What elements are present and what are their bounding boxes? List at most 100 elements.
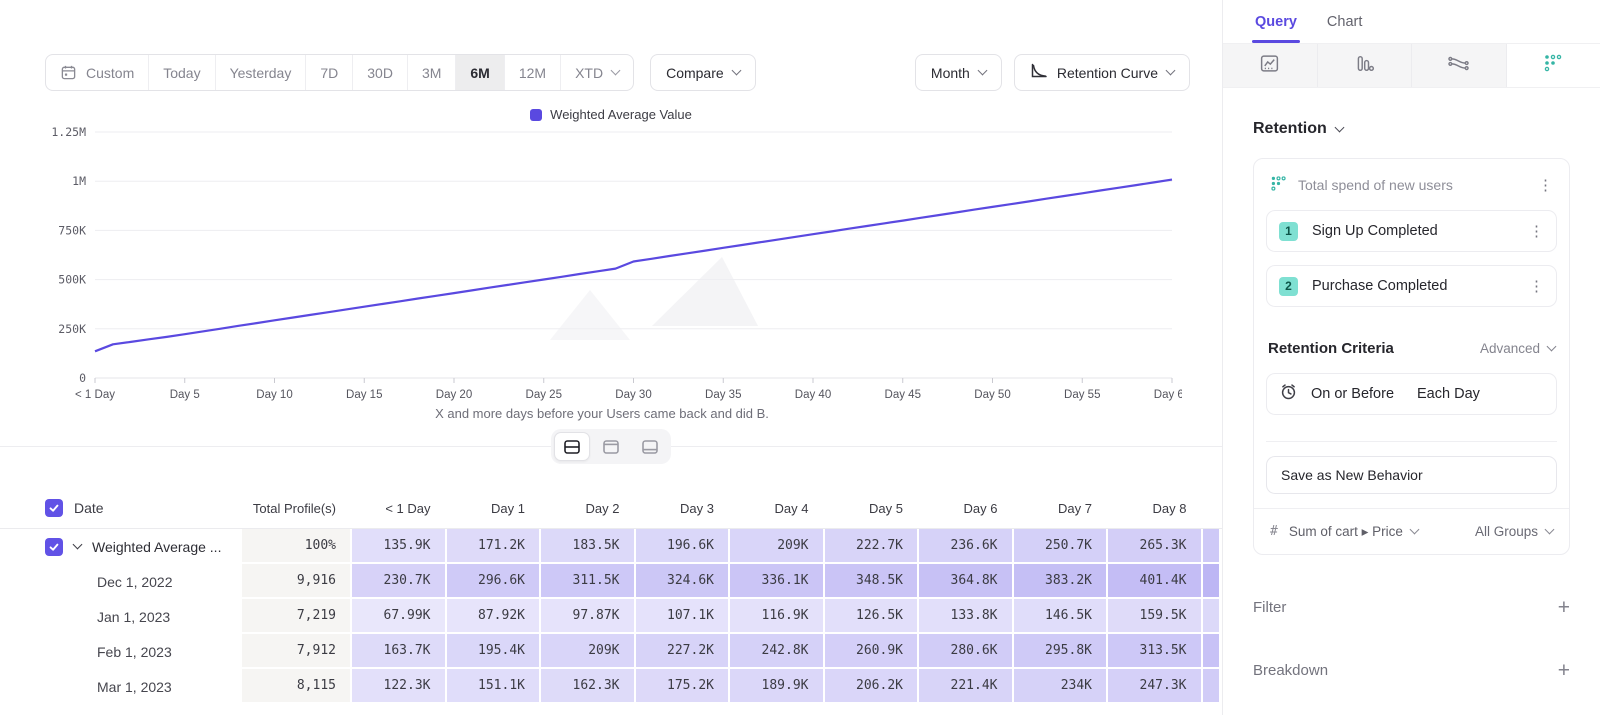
- table-row[interactable]: Dec 1, 20229,916230.7K296.6K311.5K324.6K…: [0, 564, 1222, 599]
- query-sidebar: Query Chart: [1222, 0, 1600, 715]
- add-breakdown-button[interactable]: +: [1558, 660, 1570, 681]
- funnel-bars-icon: [1354, 53, 1375, 79]
- range-6m[interactable]: 6M: [456, 55, 504, 90]
- granularity-label: Month: [931, 65, 970, 81]
- range-custom[interactable]: Custom: [46, 55, 149, 90]
- retention-value-cell: 222.7K: [823, 529, 918, 564]
- tab-query[interactable]: Query: [1255, 0, 1297, 43]
- retention-chart-icon-tab[interactable]: [1507, 44, 1600, 87]
- split-view-button[interactable]: [554, 432, 590, 461]
- range-yesterday[interactable]: Yesterday: [216, 55, 307, 90]
- divider: [1266, 441, 1557, 442]
- filter-section: Filter +: [1253, 597, 1570, 618]
- section-label: Retention: [1253, 120, 1327, 138]
- checkbox-checked[interactable]: [45, 538, 63, 556]
- chevron-down-icon[interactable]: [73, 540, 83, 550]
- view-toggle-row: [0, 429, 1222, 465]
- retention-value-cell: 209K: [728, 529, 823, 564]
- step-event-label: Sign Up Completed: [1312, 223, 1438, 239]
- retention-value-cell: 122.3K: [350, 669, 445, 704]
- chevron-down-icon: [1547, 342, 1557, 352]
- row-label-cell: Weighted Average ...: [0, 529, 242, 564]
- funnel-chart-icon-tab[interactable]: [1318, 44, 1413, 87]
- retention-criteria-card[interactable]: On or Before Each Day: [1266, 373, 1557, 415]
- x-axis-label: Day 45: [885, 389, 921, 401]
- behavior-card: Total spend of new users ⋮ 1Sign Up Comp…: [1253, 158, 1570, 555]
- sidebar-tabs: Query Chart: [1223, 0, 1600, 44]
- flows-icon: [1447, 53, 1470, 79]
- kebab-menu-icon[interactable]: ⋮: [1529, 224, 1544, 239]
- table-row[interactable]: Feb 1, 20237,912163.7K195.4K209K227.2K24…: [0, 634, 1222, 669]
- chart-canvas: 1.25M1M750K500K250K0< 1 DayDay 5Day 10Da…: [22, 124, 1182, 406]
- column-header: Day 6: [917, 488, 1012, 528]
- chart-view-button[interactable]: [593, 432, 629, 461]
- behavior-step[interactable]: 2 Purchase Completed ⋮: [1266, 265, 1557, 307]
- kebab-menu-icon[interactable]: ⋮: [1529, 279, 1544, 294]
- x-axis-label: Day 30: [615, 389, 651, 401]
- retention-table: DateTotal Profile(s)< 1 DayDay 1Day 2Day…: [0, 488, 1222, 704]
- flows-chart-icon-tab[interactable]: [1412, 44, 1507, 87]
- chevron-down-icon: [1409, 525, 1419, 535]
- retention-line-chart[interactable]: 1.25M1M750K500K250K0< 1 DayDay 5Day 10Da…: [22, 124, 1222, 406]
- retention-value-cell: 230.7K: [350, 564, 445, 599]
- behavior-step[interactable]: 1 Sign Up Completed ⋮: [1266, 210, 1557, 252]
- retention-value-cell: 162.3K: [539, 669, 634, 704]
- row-label-cell: Jan 1, 2023: [0, 599, 242, 634]
- granularity-dropdown[interactable]: Month: [915, 54, 1002, 91]
- chart-type-dropdown[interactable]: Retention Curve: [1014, 54, 1190, 91]
- tab-chart[interactable]: Chart: [1327, 0, 1362, 43]
- x-axis-label: Day 35: [705, 389, 741, 401]
- all-groups-dropdown[interactable]: All Groups: [1475, 524, 1553, 539]
- range-today[interactable]: Today: [149, 55, 215, 90]
- compare-button[interactable]: Compare: [650, 54, 756, 91]
- metric-dropdown[interactable]: Sum of cart ▸ Price: [1289, 524, 1418, 540]
- retention-section-dropdown[interactable]: Retention: [1253, 120, 1570, 138]
- retention-value-cell: 311.5K: [539, 564, 634, 599]
- retention-value-cell: 227.2K: [634, 634, 729, 669]
- range-xtd[interactable]: XTD: [561, 55, 633, 90]
- criteria-operator[interactable]: On or Before: [1311, 386, 1394, 402]
- range-7d[interactable]: 7D: [306, 55, 353, 90]
- retention-value-cell: 133.8K: [917, 599, 1012, 634]
- retention-value-cell: 221.4K: [917, 669, 1012, 704]
- advanced-dropdown[interactable]: Advanced: [1480, 341, 1555, 356]
- checkbox-checked[interactable]: [45, 499, 63, 517]
- y-axis-label: 750K: [58, 223, 86, 237]
- retention-criteria-row: Retention Criteria Advanced: [1266, 340, 1557, 357]
- save-as-new-behavior-button[interactable]: Save as New Behavior: [1266, 456, 1557, 494]
- table-row[interactable]: Mar 1, 20238,115122.3K151.1K162.3K175.2K…: [0, 669, 1222, 704]
- table-view-button[interactable]: [632, 432, 668, 461]
- chevron-down-icon: [611, 66, 621, 76]
- retention-value-cell: 97.87K: [539, 599, 634, 634]
- kebab-menu-icon[interactable]: ⋮: [1538, 178, 1553, 193]
- number-property-icon: #: [1270, 524, 1278, 539]
- step-event-label: Purchase Completed: [1312, 278, 1447, 294]
- insights-chart-icon-tab[interactable]: [1223, 44, 1318, 87]
- compare-label: Compare: [666, 65, 724, 81]
- retention-value-cell: 324.6K: [634, 564, 729, 599]
- step-number-badge: 2: [1279, 277, 1298, 296]
- x-axis-label: Day 10: [256, 389, 292, 401]
- x-axis-label: Day 5: [170, 389, 200, 401]
- criteria-value[interactable]: Each Day: [1417, 386, 1480, 402]
- column-header: Total Profile(s): [242, 488, 350, 528]
- table-row[interactable]: Weighted Average ...100%135.9K171.2K183.…: [0, 529, 1222, 564]
- range-12m[interactable]: 12M: [505, 55, 561, 90]
- range-30d[interactable]: 30D: [353, 55, 408, 90]
- retention-value-cell: 364.8K: [917, 564, 1012, 599]
- y-axis-label: 1M: [72, 174, 86, 188]
- range-3m[interactable]: 3M: [408, 55, 456, 90]
- retention-curve-icon: [1030, 63, 1048, 82]
- overflow-cell: [1201, 599, 1219, 634]
- breakdown-section: Breakdown +: [1253, 660, 1570, 681]
- date-range-group: CustomTodayYesterday7D30D3M6M12MXTD: [45, 54, 634, 91]
- y-axis-label: 0: [79, 371, 86, 385]
- column-header: Day 4: [728, 488, 823, 528]
- step-number-badge: 1: [1279, 222, 1298, 241]
- table-row[interactable]: Jan 1, 20237,21967.99K87.92K97.87K107.1K…: [0, 599, 1222, 634]
- watermark-triangle: [550, 290, 630, 340]
- total-profiles-cell: 100%: [242, 529, 350, 564]
- column-header: Day 5: [823, 488, 918, 528]
- column-header: Day 7: [1012, 488, 1107, 528]
- add-filter-button[interactable]: +: [1558, 597, 1570, 618]
